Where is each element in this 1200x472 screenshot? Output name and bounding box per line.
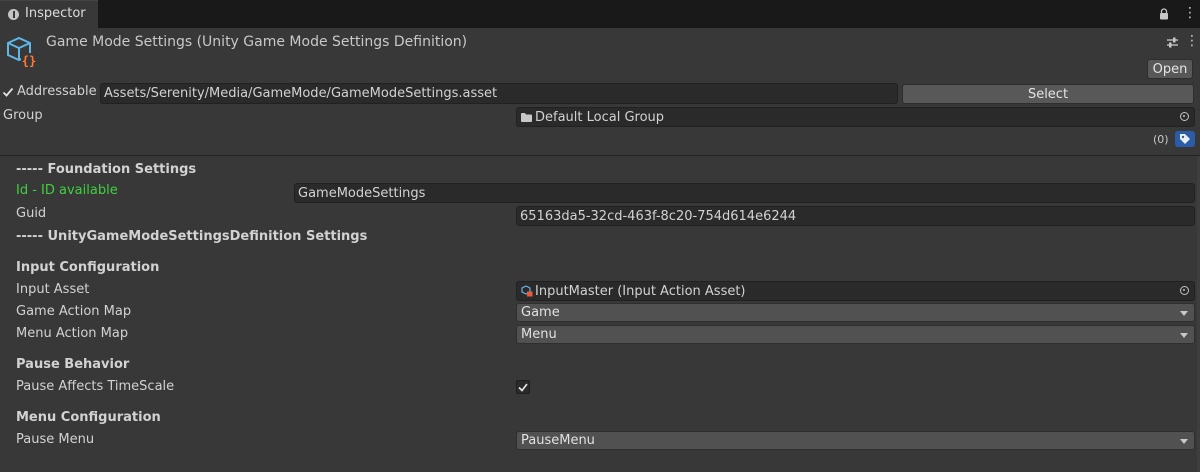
menu-action-map-value: Menu [521,327,557,342]
addressable-checkbox[interactable] [2,86,14,98]
tab-bar [0,0,1200,28]
input-asset-label: Input Asset [16,282,90,297]
tag-icon[interactable] [1175,131,1195,147]
header-separator [0,155,1200,156]
scriptable-object-icon: {} [7,36,37,68]
input-action-asset-icon [521,285,533,297]
chevron-down-icon [1180,311,1188,316]
game-action-map-value: Game [521,305,560,320]
id-label: Id - ID available [16,183,118,198]
pause-menu-dropdown[interactable]: PauseMenu [516,431,1195,450]
id-field[interactable]: GameModeSettings [294,183,1195,203]
guid-field[interactable]: 65163da5-32cd-463f-8c20-754d614e6244 [516,206,1195,226]
definition-header: ----- UnityGameModeSettingsDefinition Se… [16,229,368,244]
chevron-down-icon [1180,333,1188,338]
pause-menu-value: PauseMenu [521,433,595,448]
folder-icon [521,113,532,122]
game-action-map-label: Game Action Map [16,304,132,319]
sliders-icon[interactable] [1166,36,1179,49]
foundation-header: ----- Foundation Settings [16,162,197,177]
labels-count: (0) [1153,133,1169,146]
info-icon [8,9,19,20]
svg-text:{}: {} [22,54,36,68]
guid-label: Guid [16,206,47,221]
menu-action-map-label: Menu Action Map [16,326,129,341]
tab-label: Inspector [25,6,86,21]
group-label: Group [3,108,43,123]
select-button[interactable]: Select [902,84,1194,104]
addressable-label: Addressable [17,84,97,99]
input-config-header: Input Configuration [16,260,160,275]
input-asset-value: InputMaster (Input Action Asset) [535,284,746,299]
lock-icon[interactable] [1159,8,1169,20]
inspector-title: Game Mode Settings (Unity Game Mode Sett… [46,34,468,50]
menu-action-map-dropdown[interactable]: Menu [516,325,1195,344]
pause-timescale-label: Pause Affects TimeScale [16,379,175,394]
object-picker-icon[interactable] [1180,286,1189,295]
game-action-map-dropdown[interactable]: Game [516,303,1195,322]
window-menu-icon[interactable]: ⋮ [1183,5,1197,21]
pause-behavior-header: Pause Behavior [16,357,130,372]
pause-menu-label: Pause Menu [16,432,95,447]
addressable-path-field[interactable]: Assets/Serenity/Media/GameMode/GameModeS… [100,83,898,104]
menu-config-header: Menu Configuration [16,410,161,425]
component-menu-icon[interactable]: ⋮ [1185,33,1199,49]
chevron-down-icon [1180,439,1188,444]
tab-inspector[interactable]: Inspector [0,0,98,29]
pause-timescale-checkbox[interactable] [516,380,530,394]
checkmark-icon [518,383,528,392]
object-picker-icon[interactable] [1180,112,1189,121]
input-asset-field[interactable]: InputMaster (Input Action Asset) [516,281,1195,301]
group-value: Default Local Group [535,110,665,125]
group-field[interactable]: Default Local Group [516,107,1195,127]
open-button[interactable]: Open [1147,59,1193,79]
